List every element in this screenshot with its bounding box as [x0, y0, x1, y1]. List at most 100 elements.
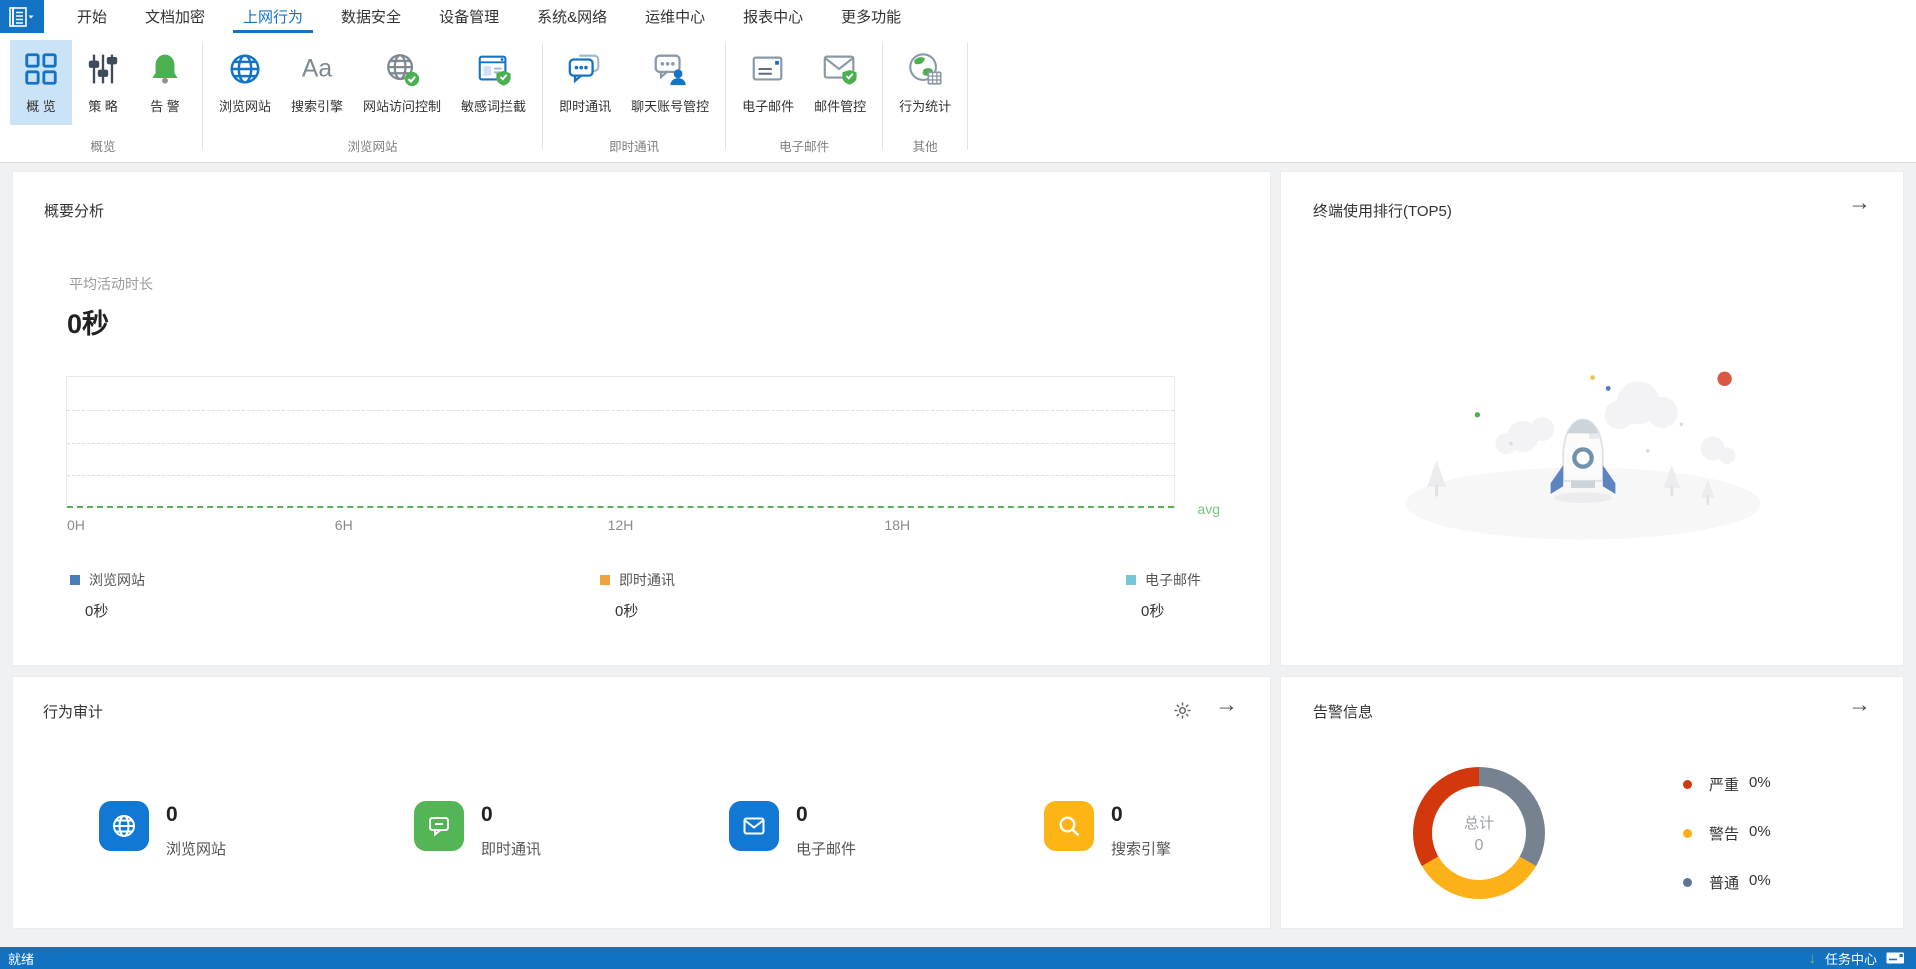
ribbon-button-mail-control[interactable]: 邮件管控 — [804, 40, 876, 125]
audit-value: 0 — [481, 803, 493, 826]
top5-panel-title: 终端使用排行(TOP5) — [1313, 203, 1452, 220]
ribbon-button-label: 电子邮件 — [742, 99, 795, 114]
tab-data-security[interactable]: 数据安全 — [322, 0, 420, 33]
ribbon-group-label: 其他 — [912, 140, 938, 154]
ribbon-button-search-engine[interactable]: Aa 搜索引擎 — [281, 40, 353, 125]
ribbon-button-label: 概 览 — [26, 99, 56, 114]
alert-legend-label: 普通 — [1709, 874, 1740, 892]
menu-tabs: 开始 文档加密 上网行为 数据安全 设备管理 系统&网络 运维中心 报表中心 更… — [58, 0, 920, 33]
ribbon-group-browse: 浏览网站 Aa 搜索引擎 网站访问控制 敏感词拦截 浏览网站 — [203, 33, 542, 162]
audit-item-search[interactable]: 0 搜索引擎 — [1044, 801, 1171, 859]
alert-legend-pct: 0% — [1749, 871, 1771, 889]
severe-dot-icon — [1683, 779, 1692, 789]
status-ready-text: 就绪 — [8, 951, 35, 967]
tab-ops-center[interactable]: 运维中心 — [626, 0, 724, 33]
alert-legend-warning: 警告 0% — [1683, 822, 1771, 844]
audit-label: 即时通讯 — [481, 841, 542, 858]
ribbon-button-label: 搜索引擎 — [291, 99, 344, 114]
alerts-donut-chart: 总计 0 — [1413, 767, 1545, 899]
globe-stats-icon — [905, 49, 945, 89]
tab-device-management[interactable]: 设备管理 — [420, 0, 518, 33]
legend-value: 0秒 — [85, 603, 109, 620]
tab-more-functions[interactable]: 更多功能 — [822, 0, 920, 33]
alerts-legend: 严重 0% 警告 0% 普通 0% — [1683, 773, 1771, 893]
message-tray-icon[interactable] — [1886, 951, 1906, 965]
tab-start[interactable]: 开始 — [58, 0, 126, 33]
ribbon-separator — [967, 43, 969, 150]
app-window: 开始 文档加密 上网行为 数据安全 设备管理 系统&网络 运维中心 报表中心 更… — [0, 0, 1916, 969]
donut-total-value: 0 — [1474, 836, 1484, 854]
summary-panel: 概要分析 平均活动时长 0秒 avg 0H 6H 12H 18H 浏览网站 0秒… — [12, 171, 1271, 666]
chat-user-icon — [650, 49, 690, 89]
ribbon-button-sensitive-word-block[interactable]: 敏感词拦截 — [451, 40, 536, 125]
audit-arrow-link[interactable]: → — [1215, 693, 1238, 716]
mail-icon — [729, 801, 779, 851]
alerts-arrow-link[interactable]: → — [1848, 693, 1871, 716]
ribbon-group-overview: 概 览 策 略 告 警 概览 — [4, 33, 202, 162]
tab-report-center[interactable]: 报表中心 — [724, 0, 822, 33]
ribbon-button-policy[interactable]: 策 略 — [72, 40, 134, 125]
overview-grid-icon — [21, 49, 61, 89]
legend-label: 电子邮件 — [1145, 572, 1201, 588]
alert-legend-label: 警告 — [1709, 825, 1740, 843]
legend-swatch-im — [600, 575, 610, 585]
gridline — [67, 475, 1174, 477]
task-center-link[interactable]: 任务中心 — [1825, 949, 1877, 968]
ribbon-button-label: 浏览网站 — [219, 99, 272, 114]
policy-sliders-icon — [83, 49, 123, 89]
ribbon-button-behavior-stats[interactable]: 行为统计 — [889, 40, 961, 125]
ribbon-button-label: 邮件管控 — [814, 99, 867, 114]
audit-label: 搜索引擎 — [1111, 841, 1172, 858]
top5-arrow-link[interactable]: → — [1848, 191, 1871, 214]
svg-text:Aa: Aa — [302, 56, 332, 83]
alert-legend-normal: 普通 0% — [1683, 871, 1771, 893]
tab-system-network[interactable]: 系统&网络 — [518, 0, 626, 33]
legend-item-email: 电子邮件 0秒 — [1126, 570, 1201, 621]
tab-doc-encryption[interactable]: 文档加密 — [126, 0, 224, 33]
browser-shield-icon — [474, 49, 514, 89]
ribbon-button-label: 行为统计 — [899, 99, 952, 114]
normal-dot-icon — [1683, 877, 1692, 887]
ribbon-button-label: 聊天账号管控 — [631, 99, 710, 114]
audit-item-browse[interactable]: 0 浏览网站 — [99, 801, 226, 859]
alert-legend-pct: 0% — [1749, 822, 1771, 840]
ribbon-button-alert[interactable]: 告 警 — [134, 40, 196, 125]
ribbon-button-overview[interactable]: 概 览 — [10, 40, 72, 125]
globe-check-icon — [382, 49, 422, 89]
legend-value: 0秒 — [1141, 603, 1165, 620]
ribbon-button-email[interactable]: 电子邮件 — [732, 40, 804, 125]
app-menu-button[interactable] — [0, 0, 44, 33]
avg-activity-label: 平均活动时长 — [69, 276, 153, 292]
audit-panel: 行为审计 → 0 浏览网站 0 即时通讯 0 电子邮件 0 搜索引擎 — [12, 676, 1271, 929]
ribbon-group-label: 电子邮件 — [779, 140, 830, 154]
summary-panel-title: 概要分析 — [44, 203, 105, 220]
menu-bar: 开始 文档加密 上网行为 数据安全 设备管理 系统&网络 运维中心 报表中心 更… — [0, 0, 1916, 33]
x-tick-18h: 18H — [884, 517, 911, 533]
chat-icon — [414, 801, 464, 851]
ribbon-button-browse-website[interactable]: 浏览网站 — [209, 40, 281, 125]
legend-swatch-browse — [70, 575, 80, 585]
donut-center-text: 总计 0 — [1413, 767, 1545, 899]
audit-item-im[interactable]: 0 即时通讯 — [414, 801, 541, 859]
ribbon-button-chat-account-control[interactable]: 聊天账号管控 — [621, 40, 719, 125]
activity-line-chart: avg 0H 6H 12H 18H — [66, 376, 1220, 533]
tab-internet-behavior[interactable]: 上网行为 — [224, 0, 322, 33]
legend-label: 即时通讯 — [619, 572, 675, 588]
ribbon-button-site-access-control[interactable]: 网站访问控制 — [353, 40, 451, 125]
alert-legend-label: 严重 — [1709, 776, 1740, 794]
document-list-icon — [9, 6, 35, 27]
status-bar: 就绪 ↓ 任务中心 — [0, 947, 1916, 969]
audit-settings-gear-icon[interactable] — [1173, 701, 1192, 720]
audit-item-email[interactable]: 0 电子邮件 — [729, 801, 856, 859]
ribbon-group-other: 行为统计 其他 — [883, 33, 967, 162]
ribbon-group-im: 即时通讯 聊天账号管控 即时通讯 — [543, 33, 725, 162]
ribbon-group-email: 电子邮件 邮件管控 电子邮件 — [726, 33, 882, 162]
ribbon: 概 览 策 略 告 警 概览 浏览网站 Aa 搜索引擎 网站访问控制 敏感词拦截… — [0, 33, 1916, 163]
gridline — [67, 442, 1174, 444]
x-tick-12h: 12H — [607, 517, 634, 533]
envelope-shield-icon — [820, 49, 860, 89]
legend-item-im: 即时通讯 0秒 — [600, 570, 675, 621]
ribbon-button-instant-messaging[interactable]: 即时通讯 — [549, 40, 621, 125]
avg-reference-line — [67, 506, 1174, 508]
envelope-icon — [748, 49, 788, 89]
